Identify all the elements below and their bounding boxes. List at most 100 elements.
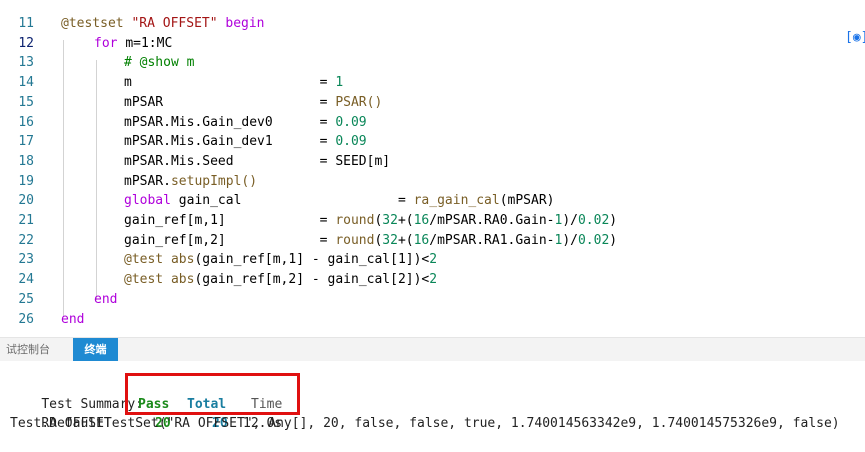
- line-number: 11: [18, 16, 34, 31]
- code-token: abs: [170, 272, 195, 288]
- code-text: end: [61, 310, 84, 330]
- code-text: mPSAR.Mis.Gain_dev0 = 0.09: [124, 113, 367, 133]
- code-line: 21 gain_ref[m,1] = round(32+(16/mPSAR.RA0…: [0, 211, 865, 231]
- line-number: 19: [18, 173, 34, 189]
- code-token: ra_gain_cal: [413, 193, 500, 209]
- code-token: 32: [382, 213, 398, 228]
- code-line: 12 for m=1:MC: [0, 34, 865, 54]
- code-token: PSAR(): [335, 94, 383, 110]
- code-token: mPSAR.: [124, 173, 171, 189]
- code-line: 25 end: [0, 290, 865, 310]
- code-text: mPSAR.Mis.Gain_dev1 = 0.09: [124, 132, 367, 152]
- code-token: 0.09: [335, 134, 367, 150]
- code-line: 14 m = 1: [0, 73, 865, 93]
- code-text: gain_ref[m,1] = round(32+(16/mPSAR.RA0.G…: [124, 211, 617, 231]
- code-text: mPSAR.Mis.Seed = SEED[m]: [124, 152, 390, 172]
- code-line: 11 @testset "RA OFFSET" begin: [0, 14, 865, 34]
- code-text: gain_ref[m,2] = round(32+(16/mPSAR.RA1.G…: [124, 231, 617, 251]
- line-number: 26: [18, 311, 34, 327]
- code-line: 13 # @show m: [0, 53, 865, 73]
- code-text: @testset "RA OFFSET" begin: [61, 14, 265, 34]
- code-token: mPSAR.Mis.Gain_dev1: [124, 134, 320, 150]
- line-number: 17: [18, 134, 34, 150]
- line-number: 16: [18, 114, 34, 130]
- code-token: gain_ref[m,2]: [124, 232, 320, 248]
- code-token: round: [335, 232, 375, 248]
- line-number: 12: [18, 35, 34, 51]
- code-text: global gain_cal = ra_gain_cal(mPSAR): [124, 191, 555, 211]
- code-token: for: [94, 35, 126, 51]
- code-token: mPSAR.Mis.Gain_dev0: [124, 114, 320, 130]
- code-token: 16: [413, 213, 430, 228]
- code-token: =: [319, 232, 336, 248]
- line-number: 22: [18, 232, 34, 248]
- code-token: (mPSAR): [499, 193, 555, 209]
- code-token: 0.09: [335, 114, 367, 130]
- line-number: 23: [18, 252, 34, 268]
- code-text: mPSAR.setupImpl(): [124, 172, 257, 192]
- code-token: ): [609, 213, 618, 228]
- code-line: 18 mPSAR.Mis.Seed = SEED[m]: [0, 152, 865, 172]
- code-token: =: [319, 114, 336, 130]
- code-text: # @show m: [124, 53, 194, 73]
- code-token: 2: [429, 252, 438, 268]
- code-text: mPSAR = PSAR(): [124, 93, 382, 113]
- code-token: @test: [124, 252, 171, 268]
- code-token: end: [94, 291, 118, 307]
- code-line: 23 @test abs(gain_ref[m,1] - gain_cal[1])…: [0, 250, 865, 270]
- code-token: 1: [335, 75, 344, 91]
- code-text: for m=1:MC: [94, 34, 172, 54]
- code-token: (gain_ref[m,2] - gain_cal[2])<: [194, 272, 430, 288]
- code-text: end: [94, 290, 117, 310]
- code-line: 20 global gain_cal = ra_gain_cal(mPSAR): [0, 191, 865, 211]
- tab-terminal[interactable]: 终端: [73, 338, 118, 361]
- code-token: gain_cal: [178, 193, 398, 209]
- code-token: m=1:MC: [125, 35, 173, 51]
- code-token: =: [319, 94, 336, 110]
- line-number: 13: [18, 55, 34, 71]
- code-token: /mPSAR.RA0.Gain-: [429, 213, 555, 228]
- code-token: +(: [397, 213, 414, 228]
- line-number: 24: [18, 272, 34, 288]
- code-line: 19 mPSAR.setupImpl(): [0, 172, 865, 192]
- code-token: =: [397, 193, 414, 209]
- code-token: )/: [562, 232, 578, 248]
- code-token: abs: [170, 252, 195, 268]
- code-text: @test abs(gain_ref[m,1] - gain_cal[1])<2: [124, 250, 437, 270]
- code-token: global: [124, 193, 179, 209]
- panel-tab-bar: 试控制台 终端: [0, 337, 865, 361]
- code-token: = SEED[m]: [319, 153, 391, 169]
- line-number: 25: [18, 291, 34, 307]
- code-token: 32: [382, 232, 398, 248]
- code-text: @test abs(gain_ref[m,2] - gain_cal[2])<2: [124, 270, 437, 290]
- line-number: 14: [18, 75, 34, 91]
- code-token: round: [335, 213, 375, 228]
- code-token: (gain_ref[m,1] - gain_cal[1])<: [194, 252, 430, 268]
- code-token: )/: [562, 213, 578, 228]
- line-number: 15: [18, 94, 34, 110]
- code-token: @testset: [61, 16, 132, 31]
- code-line: 26 end: [0, 310, 865, 330]
- code-editor[interactable]: [◉] 11@testset "RA OFFSET" begin12for m=…: [0, 0, 865, 337]
- code-line: 24 @test abs(gain_ref[m,2] - gain_cal[2])…: [0, 270, 865, 290]
- code-token: =: [319, 75, 336, 91]
- code-text: m = 1: [124, 73, 343, 93]
- code-token: 0.02: [577, 232, 610, 248]
- code-token: mPSAR: [124, 94, 320, 110]
- code-token: =: [319, 134, 336, 150]
- code-line: 17 mPSAR.Mis.Gain_dev1 = 0.09: [0, 132, 865, 152]
- summary-data-row: RA OFFSET 20 20 12.0s: [10, 395, 282, 431]
- code-token: ): [609, 232, 618, 248]
- code-token: 2: [429, 272, 438, 288]
- code-token: mPSAR.Mis.Seed: [124, 153, 320, 169]
- code-line: 16 mPSAR.Mis.Gain_dev0 = 0.09: [0, 113, 865, 133]
- code-token: end: [61, 311, 85, 327]
- line-number: 18: [18, 153, 34, 169]
- code-token: m: [124, 75, 320, 91]
- code-token: 0.02: [577, 213, 610, 228]
- line-number: 21: [18, 213, 34, 228]
- summary-highlight-box: [125, 373, 300, 415]
- code-token: =: [319, 213, 336, 228]
- tab-debug-console[interactable]: 试控制台: [6, 338, 50, 361]
- code-token: "RA OFFSET": [131, 16, 218, 31]
